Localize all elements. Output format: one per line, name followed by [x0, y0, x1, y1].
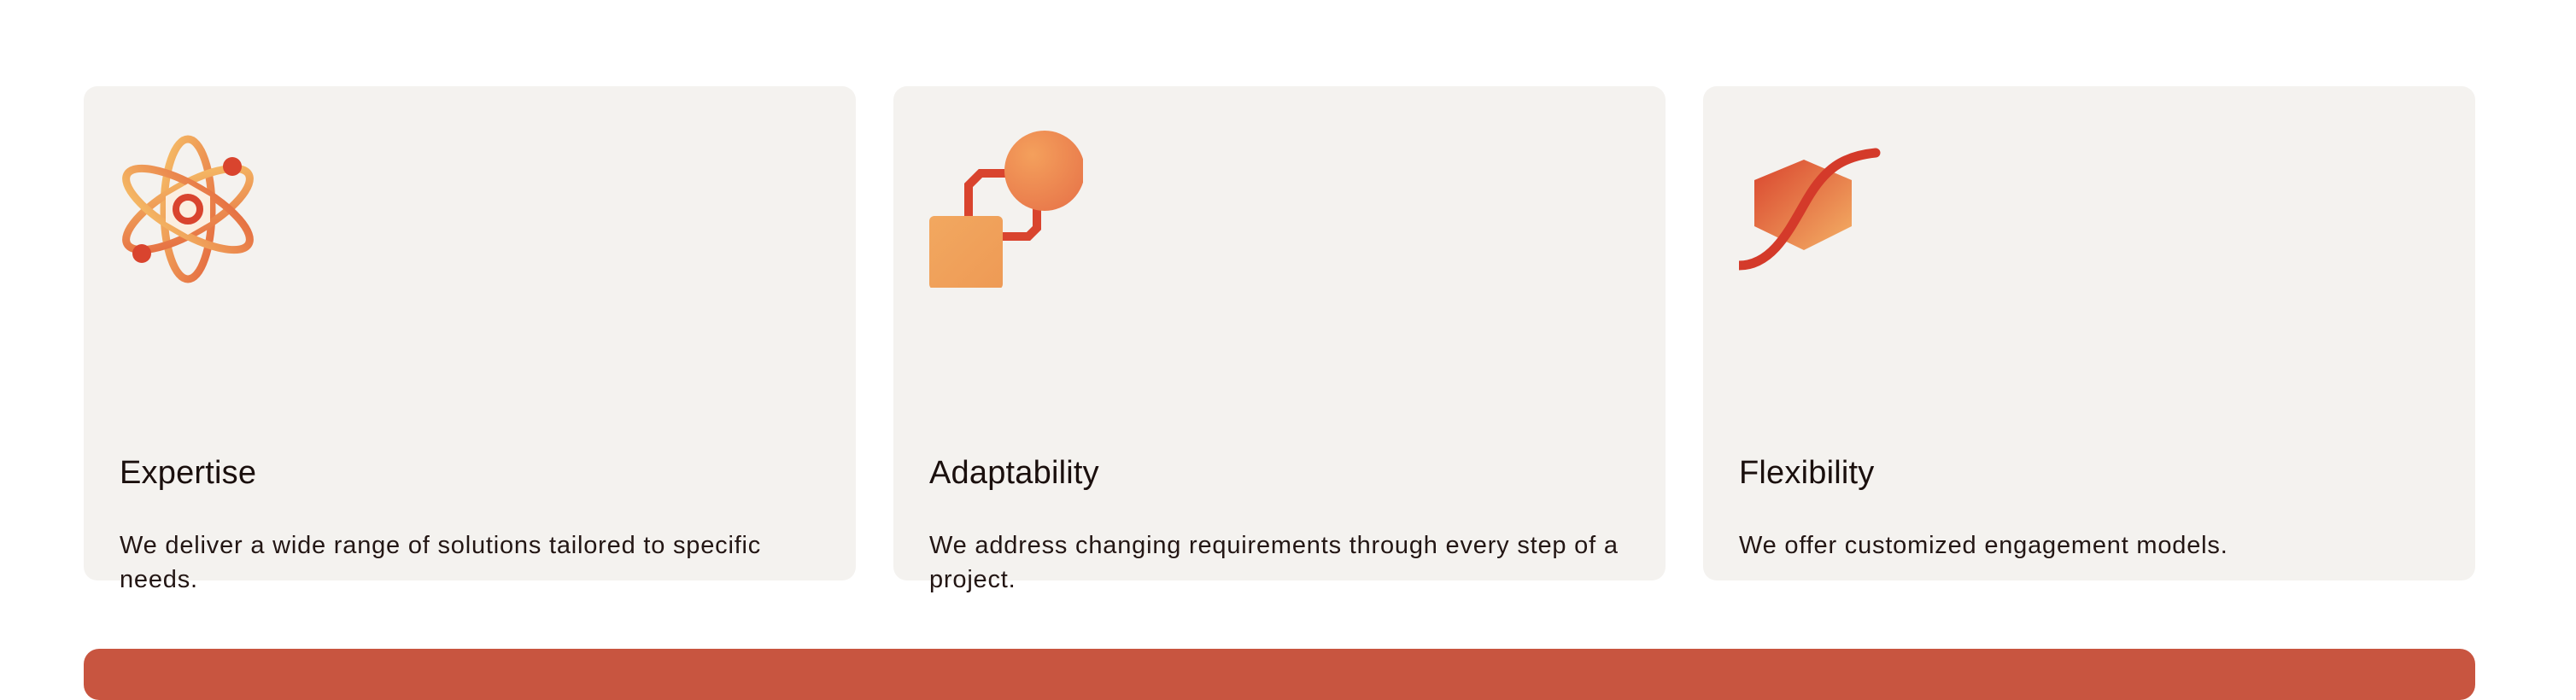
- card-description: We offer customized engagement models.: [1739, 532, 2228, 559]
- card-adaptability: Adaptability We address changing require…: [893, 86, 1666, 593]
- card-description: We deliver a wide range of solutions tai…: [120, 532, 762, 593]
- cta-banner: [84, 649, 2475, 700]
- card-expertise: Expertise We deliver a wide range of sol…: [84, 86, 856, 593]
- card-title: Adaptability: [929, 455, 1099, 491]
- card-title: Expertise: [120, 455, 257, 491]
- card-flexibility: Flexibility We offer customized engageme…: [1703, 86, 2475, 580]
- hexagon-wave-icon: [1739, 148, 1881, 271]
- card-title: Flexibility: [1739, 455, 1875, 491]
- card-description: We address changing requirements through…: [929, 532, 1619, 593]
- atom-icon: [122, 135, 254, 283]
- feature-cards: Expertise We deliver a wide range of sol…: [84, 86, 2475, 593]
- linked-shapes-icon: [929, 131, 1083, 288]
